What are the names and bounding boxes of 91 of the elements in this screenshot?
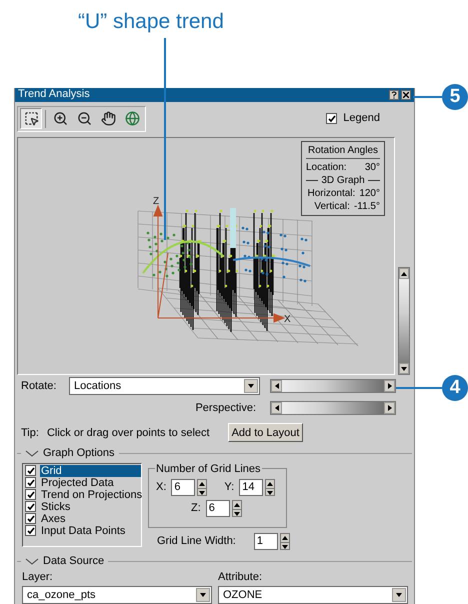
caret-down-icon xyxy=(199,591,207,599)
section-title: Graph Options xyxy=(43,446,115,462)
caret-up-icon xyxy=(400,270,408,278)
z-label: Z: xyxy=(191,500,201,516)
spin-buttons[interactable] xyxy=(265,478,276,496)
checkbox[interactable] xyxy=(25,513,36,524)
y-label: Y: xyxy=(224,480,234,495)
angle-label: Horizontal: xyxy=(308,187,356,200)
spin-buttons[interactable] xyxy=(197,478,208,496)
caret-down-icon xyxy=(247,382,255,390)
callout-badge: 4 xyxy=(442,375,468,401)
dropdown-button[interactable] xyxy=(392,588,406,602)
section-title: Data Source xyxy=(43,554,104,570)
dropdown-button[interactable] xyxy=(196,588,210,602)
hand-icon xyxy=(100,111,116,126)
checkbox[interactable] xyxy=(25,501,36,512)
axis-label: X xyxy=(284,314,291,326)
zoom-in-icon xyxy=(52,111,68,126)
layer-dropdown[interactable]: ca_ozone_pts xyxy=(22,586,212,604)
grid-line-width-label: Grid Line Width: xyxy=(157,534,236,549)
number-field[interactable]: 1 xyxy=(254,532,278,550)
scroll-left-button[interactable] xyxy=(271,402,282,414)
close-icon xyxy=(403,92,409,98)
leader-line xyxy=(396,387,442,389)
caret-up-icon xyxy=(266,480,274,488)
angle-label: Location: xyxy=(306,161,347,174)
rotate-label: Rotate: xyxy=(21,379,58,394)
attribute-dropdown[interactable]: OZONE xyxy=(218,586,408,604)
caret-up-icon xyxy=(198,480,206,488)
list-item[interactable]: Projected Data xyxy=(25,476,141,489)
caret-up-icon xyxy=(232,500,241,509)
caret-down-icon xyxy=(400,364,408,373)
attribute-label: Attribute: xyxy=(218,570,264,584)
collapse-icon[interactable] xyxy=(25,558,39,565)
caret-down-icon xyxy=(232,510,241,518)
tip-text: Click or drag over points to select xyxy=(46,426,210,441)
angle-value: 120° xyxy=(359,187,380,200)
leader-line xyxy=(413,96,442,98)
x-label: X: xyxy=(156,480,166,495)
spin-buttons[interactable] xyxy=(232,500,242,517)
scroll-bar[interactable] xyxy=(270,401,396,416)
rotate-dropdown[interactable]: Locations xyxy=(69,377,260,396)
window-title: Trend Analysis xyxy=(18,88,91,102)
list-item[interactable]: Axes xyxy=(25,512,141,525)
globe-icon xyxy=(124,111,140,126)
caret-down-icon xyxy=(395,591,403,599)
checkbox[interactable] xyxy=(25,489,36,500)
scroll-left-button[interactable] xyxy=(271,380,282,392)
scroll-right-button[interactable] xyxy=(384,380,395,392)
toolbar-button[interactable] xyxy=(20,108,42,130)
panel-subtitle: 3D Graph xyxy=(321,174,365,188)
list-item[interactable]: Sticks xyxy=(25,500,141,513)
checkbox[interactable] xyxy=(25,465,36,476)
help-button[interactable] xyxy=(389,90,399,100)
question-icon xyxy=(391,90,397,99)
add-to-layout-button[interactable]: Add to Layout xyxy=(228,423,304,442)
list-item[interactable]: Trend on Projections xyxy=(25,488,141,501)
layer-label: Layer: xyxy=(22,570,54,584)
collapse-icon[interactable] xyxy=(25,450,39,458)
list-item[interactable]: Input Data Points xyxy=(25,524,141,537)
number-field[interactable]: 6 xyxy=(206,500,230,517)
number-field[interactable]: 6 xyxy=(171,478,196,496)
check-icon xyxy=(328,114,336,123)
caret-down-icon xyxy=(198,488,206,497)
angle-label: Vertical: xyxy=(314,200,350,214)
angle-value: -11.5° xyxy=(354,200,380,214)
scroll-up-button[interactable] xyxy=(399,268,409,280)
callout-badge: 5 xyxy=(442,84,468,110)
legend-label: Legend xyxy=(343,111,380,126)
scroll-right-button[interactable] xyxy=(384,402,395,414)
dropdown-button[interactable] xyxy=(244,379,258,394)
panel-title: Rotation Angles xyxy=(306,144,380,160)
perspective-label: Perspective: xyxy=(195,400,256,416)
caret-down-icon xyxy=(280,542,289,551)
close-button[interactable] xyxy=(401,90,411,100)
checkbox[interactable] xyxy=(25,525,36,536)
checkbox[interactable] xyxy=(326,113,338,124)
spin-buttons[interactable] xyxy=(280,532,290,550)
pointer-icon xyxy=(24,111,38,126)
number-field[interactable]: 14 xyxy=(239,478,264,496)
zoom-out-icon xyxy=(76,111,92,126)
caret-down-icon xyxy=(266,488,274,497)
caret-up-icon xyxy=(280,534,289,542)
scroll-bar[interactable] xyxy=(270,379,396,394)
axis-label: Z xyxy=(153,196,160,208)
checkbox[interactable] xyxy=(25,477,36,488)
scroll-down-button[interactable] xyxy=(399,363,409,374)
angle-value: 30° xyxy=(364,161,380,174)
scroll-bar[interactable] xyxy=(398,267,410,376)
tip-label: Tip: xyxy=(21,426,39,441)
annotation-title: “U” shape trend xyxy=(78,10,224,33)
